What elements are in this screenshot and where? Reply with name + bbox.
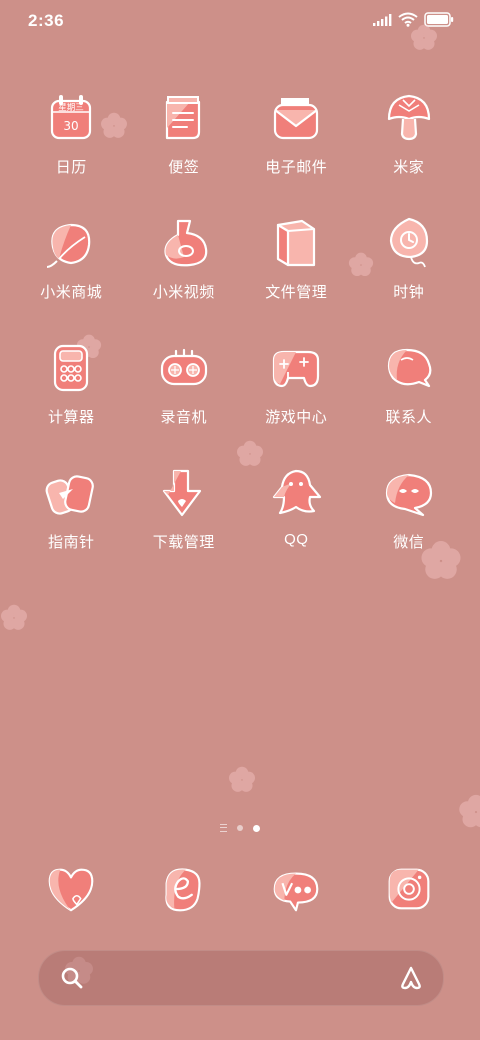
game-center-icon [273,350,320,388]
app-mijia[interactable]: 米家 [353,88,466,213]
sakura-decoration-icon [228,766,256,792]
search-bar[interactable] [38,950,444,1006]
app-label: 文件管理 [265,284,328,301]
recorder-icon [160,348,207,386]
app-label: 日历 [55,159,87,176]
page-indicator-minus-one[interactable] [220,824,227,832]
page-indicator-dot-active[interactable] [253,824,260,832]
app-mi-video[interactable]: 小米视频 [128,213,241,338]
app-label: 米家 [393,159,425,176]
app-contacts[interactable]: 联系人 [353,338,466,463]
sakura-decoration-icon [0,604,28,630]
notes-icon [165,96,200,140]
app-mi-store[interactable]: 小米商城 [15,213,128,338]
heart-icon [48,868,94,912]
xiaoai-icon[interactable] [397,964,425,992]
contacts-icon [387,348,432,388]
app-recorder[interactable]: 录音机 [128,338,241,463]
calendar-weekday: 星期三 [58,103,84,113]
app-game-center[interactable]: 游戏中心 [240,338,353,463]
wechat-icon [385,473,432,517]
app-label: 电子邮件 [265,159,328,176]
app-wechat[interactable]: 微信 [353,463,466,588]
app-clock[interactable]: 时钟 [353,213,466,338]
app-label: 游戏中心 [265,409,328,426]
app-label: 小米视频 [152,284,215,301]
app-label: 计算器 [47,409,95,426]
signal-icon [373,13,392,26]
browser-icon [165,868,201,912]
dock-app-browser[interactable] [128,860,241,918]
app-label: 微信 [393,534,425,551]
compass-icon [45,475,95,515]
sakura-decoration-icon [410,24,438,50]
app-label: QQ [284,531,309,548]
qq-icon [273,469,322,515]
mail-icon [274,98,319,140]
peach-icon [47,223,91,268]
dock [15,860,465,918]
calendar-icon: 星期三 30 [51,95,92,140]
dock-app-camera[interactable] [353,860,466,918]
app-label: 指南针 [47,534,95,551]
app-compass[interactable]: 指南针 [15,463,128,588]
app-label: 联系人 [385,409,432,426]
app-label: 小米商城 [40,284,103,301]
dock-app-phone[interactable] [15,860,128,918]
app-file-manager[interactable]: 文件管理 [240,213,353,338]
download-icon [162,469,201,517]
status-time: 2:36 [28,11,65,30]
app-label: 便签 [168,159,200,176]
app-mail[interactable]: 电子邮件 [240,88,353,213]
app-download[interactable]: 下载管理 [128,463,241,588]
search-icon[interactable] [59,965,85,991]
app-label: 下载管理 [152,534,215,551]
page-indicator[interactable] [0,824,480,832]
status-bar: 2:36 [0,0,480,42]
messages-icon [273,872,319,912]
video-icon [164,219,208,267]
dock-app-messages[interactable] [240,860,353,918]
calculator-icon [54,344,89,392]
file-manager-icon [277,219,316,267]
mushroom-icon [387,94,430,141]
app-qq[interactable]: QQ [240,463,353,588]
app-calendar[interactable]: 星期三 30 日历 [15,88,128,213]
camera-icon [388,868,430,910]
app-grid: 星期三 30 日历 便签 电子邮件 米家 小米商城 小米视频 文件管理 时钟 计… [15,88,465,588]
app-notes[interactable]: 便签 [128,88,241,213]
page-indicator-dot[interactable] [237,825,243,831]
app-label: 录音机 [160,409,207,426]
clock-icon [389,217,428,268]
app-label: 时钟 [393,284,425,301]
calendar-day: 30 [64,119,79,133]
app-calculator[interactable]: 计算器 [15,338,128,463]
